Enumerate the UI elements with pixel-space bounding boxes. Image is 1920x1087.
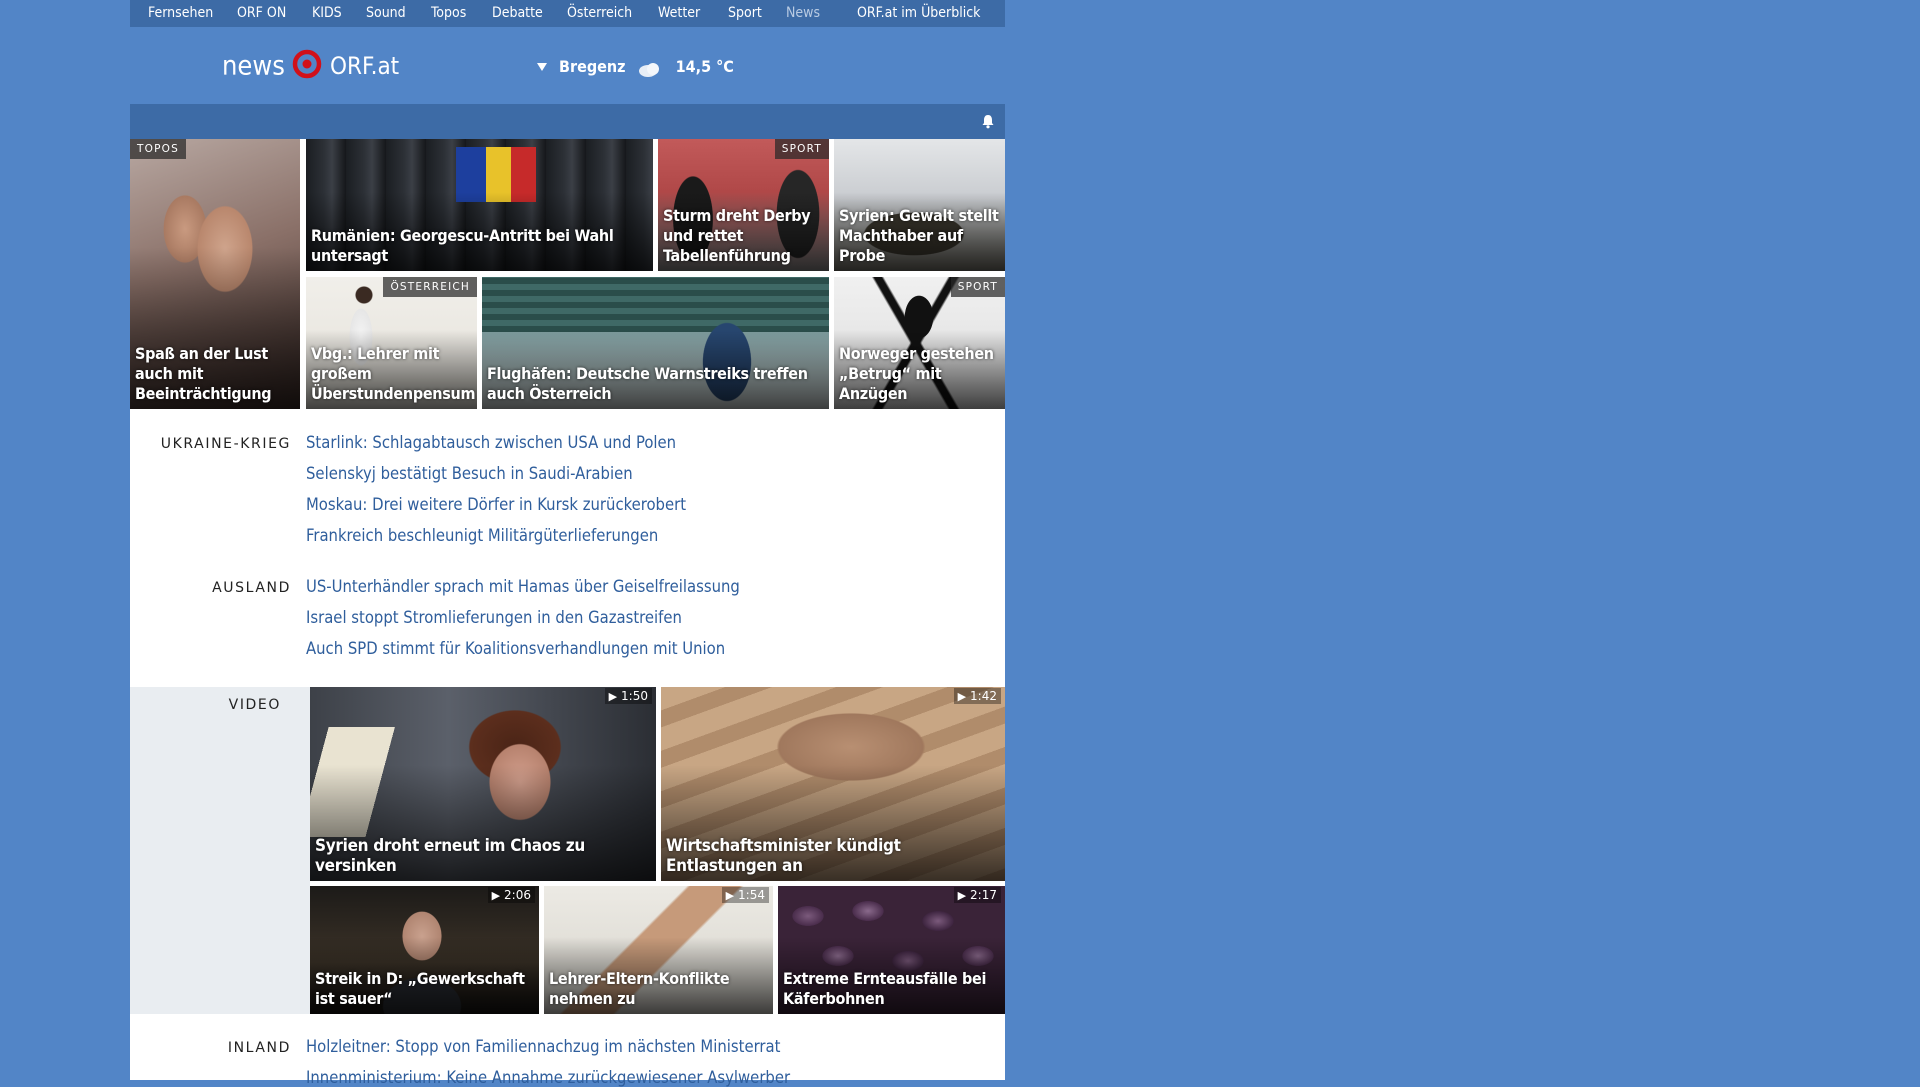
video-duration: 2:17 (953, 887, 1001, 903)
weather-location: Bregenz (559, 56, 626, 76)
story-tile-flughaefen[interactable]: Flughäfen: Deutsche Warnstreiks treffen … (482, 277, 829, 409)
story-tile-vbg-lehrer[interactable]: ÖSTERREICH Vbg.: Lehrer mit großem Übers… (306, 277, 477, 409)
section-bar (130, 104, 1005, 139)
section-video: VIDEO (130, 697, 291, 717)
video-caption: Extreme Ernteausfälle bei Käferbohnen (783, 969, 987, 1008)
weather-temperature: 14,5 °C (675, 56, 734, 76)
nav-item-topos[interactable]: Topos (431, 5, 466, 21)
video-tile-syrien[interactable]: 1:50 Syrien droht erneut im Chaos zu ver… (310, 687, 656, 881)
section-label: AUSLAND (212, 580, 291, 596)
category-tag: SPORT (774, 139, 829, 159)
category-tag: SPORT (950, 277, 1005, 297)
headline-link[interactable]: Starlink: Schlagabtausch zwischen USA un… (306, 433, 676, 452)
section-label: VIDEO (228, 697, 281, 713)
nav-item-fernsehen[interactable]: Fernsehen (148, 5, 213, 21)
chevron-down-icon[interactable] (536, 57, 553, 76)
video-caption: Syrien droht erneut im Chaos zu versinke… (315, 836, 585, 876)
nav-item-oesterreich[interactable]: Österreich (567, 5, 632, 21)
nav-item-sound[interactable]: Sound (366, 5, 406, 21)
story-tile-syrien[interactable]: Syrien: Gewalt stellt Machthaber auf Pro… (834, 139, 1005, 271)
story-caption: Syrien: Gewalt stellt Machthaber auf Pro… (839, 206, 999, 265)
section-label: INLAND (227, 1040, 291, 1056)
weather-widget[interactable]: Bregenz 14,5 °C (536, 53, 734, 79)
video-tile-streik[interactable]: 2:06 Streik in D: „Gewerkschaft ist saue… (310, 886, 539, 1014)
video-tile-kaeferbohnen[interactable]: 2:17 Extreme Ernteausfälle bei Käferbohn… (778, 886, 1005, 1014)
nav-item-sport[interactable]: Sport (728, 5, 762, 21)
top-navigation: Fernsehen ORF ON KIDS Sound Topos Debatt… (130, 0, 1005, 27)
nav-item-orf-on[interactable]: ORF ON (237, 5, 286, 21)
video-tile-lehrer-eltern[interactable]: 1:54 Lehrer-Eltern-Konflikte nehmen zu (544, 886, 773, 1014)
section-ukraine: UKRAINE-KRIEG (130, 436, 291, 456)
logo-orf-text: ORF.at (330, 52, 400, 80)
story-caption: Sturm dreht Derby und rettet Tabellenfüh… (663, 206, 811, 265)
video-duration: 1:50 (604, 688, 652, 704)
video-caption: Streik in D: „Gewerkschaft ist sauer“ (315, 969, 525, 1008)
story-tile-topos[interactable]: TOPOS Spaß an der Lust auch mit Beeinträ… (130, 139, 300, 409)
section-ausland: AUSLAND (130, 580, 291, 600)
headline-link[interactable]: Frankreich beschleunigt Militärgüterlief… (306, 526, 658, 545)
video-section-background (130, 687, 310, 1014)
video-caption: Lehrer-Eltern-Konflikte nehmen zu (549, 969, 730, 1008)
bell-icon[interactable] (981, 114, 995, 133)
nav-item-kids[interactable]: KIDS (312, 5, 342, 21)
nav-item-wetter[interactable]: Wetter (658, 5, 700, 21)
video-duration: 1:54 (721, 887, 769, 903)
video-caption: Wirtschaftsminister kündigt Entlastungen… (666, 836, 901, 876)
category-tag: TOPOS (130, 139, 186, 159)
headline-link[interactable]: Holzleitner: Stopp von Familiennachzug i… (306, 1037, 780, 1056)
headline-link[interactable]: Innenministerium: Keine Annahme zurückge… (306, 1068, 790, 1087)
headline-link[interactable]: Selenskyj bestätigt Besuch in Saudi-Arab… (306, 464, 633, 483)
category-tag: ÖSTERREICH (383, 277, 477, 297)
story-tile-norweger[interactable]: SPORT Norweger gestehen „Betrug“ mit Anz… (834, 277, 1005, 409)
video-tile-wirtschaftsminister[interactable]: 1:42 Wirtschaftsminister kündigt Entlast… (661, 687, 1005, 881)
main-content: TOPOS Spaß an der Lust auch mit Beeinträ… (130, 139, 1005, 1087)
header: news ORF.at Bregenz 14,5 °C (130, 27, 1005, 104)
nav-item-debatte[interactable]: Debatte (492, 5, 543, 21)
headline-link[interactable]: Moskau: Drei weitere Dörfer in Kursk zur… (306, 495, 686, 514)
story-tile-rumaenien[interactable]: Rumänien: Georgescu-Antritt bei Wahl unt… (306, 139, 653, 271)
section-label: UKRAINE-KRIEG (160, 436, 291, 452)
story-caption: Flughäfen: Deutsche Warnstreiks treffen … (487, 364, 808, 403)
story-tile-sturm[interactable]: SPORT Sturm dreht Derby und rettet Tabel… (658, 139, 829, 271)
story-caption: Spaß an der Lust auch mit Beeinträchtigu… (135, 344, 272, 403)
video-duration: 2:06 (487, 887, 535, 903)
section-inland: INLAND (130, 1040, 291, 1060)
orf-eye-icon (292, 49, 322, 83)
logo-news-text: news (222, 50, 285, 82)
nav-item-news[interactable]: News (786, 5, 820, 21)
headline-link[interactable]: Auch SPD stimmt für Koalitionsverhandlun… (306, 639, 725, 658)
page: Fernsehen ORF ON KIDS Sound Topos Debatt… (130, 0, 1005, 1087)
video-duration: 1:42 (953, 688, 1001, 704)
nav-item-orf-ueberblick[interactable]: ORF.at im Überblick (857, 5, 980, 21)
headline-link[interactable]: US-Unterhändler sprach mit Hamas über Ge… (306, 577, 740, 596)
story-caption: Norweger gestehen „Betrug“ mit Anzügen (839, 344, 994, 403)
site-logo[interactable]: news ORF.at (222, 49, 399, 83)
story-caption: Rumänien: Georgescu-Antritt bei Wahl unt… (311, 226, 614, 265)
partly-cloudy-icon (637, 56, 670, 77)
headline-link[interactable]: Israel stoppt Stromlieferungen in den Ga… (306, 608, 682, 627)
story-caption: Vbg.: Lehrer mit großem Überstundenpensu… (311, 344, 476, 403)
